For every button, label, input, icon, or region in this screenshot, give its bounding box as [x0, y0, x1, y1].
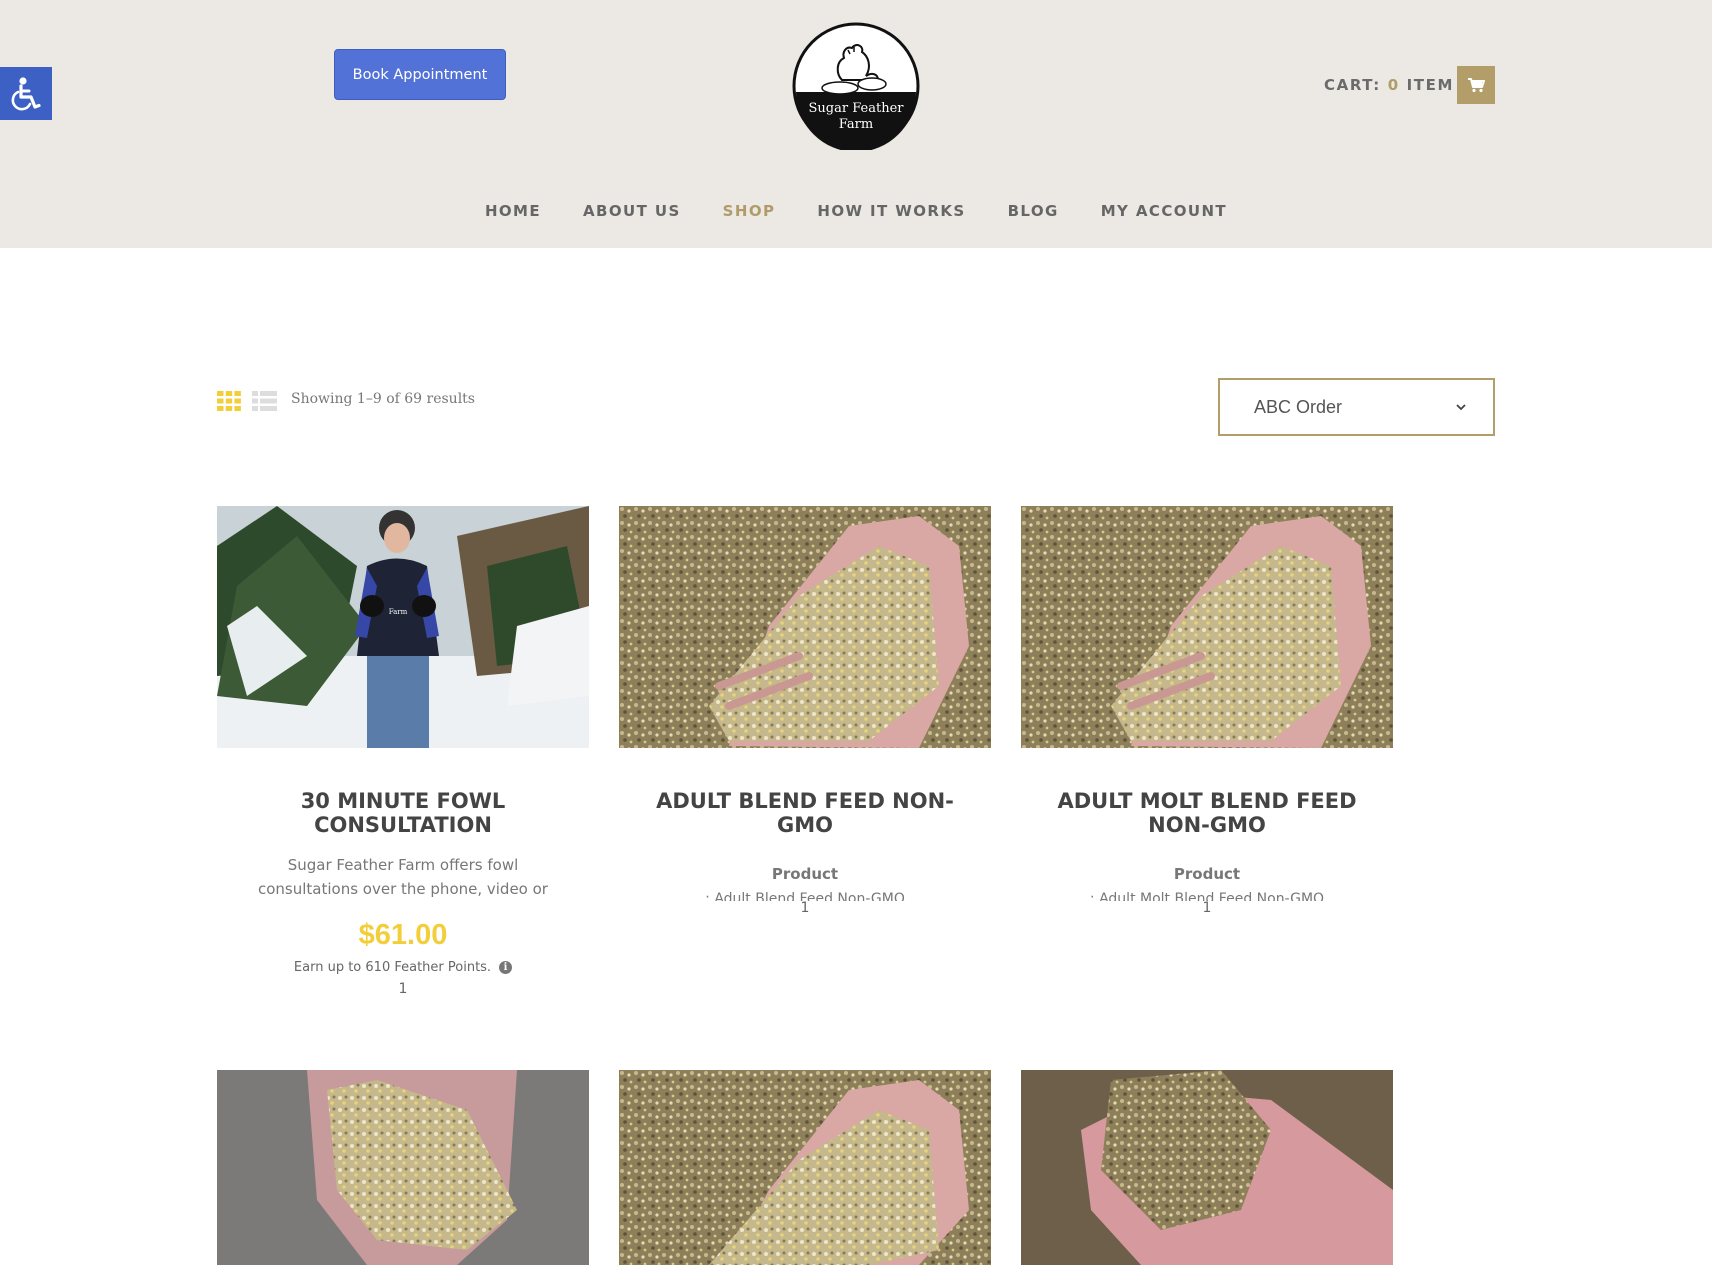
- product-title[interactable]: ADULT BLEND FEED NON-GMO: [619, 789, 991, 837]
- product-qty: 1: [800, 900, 810, 916]
- product-qty: 1: [398, 981, 408, 997]
- product-label: Product: [771, 865, 839, 883]
- main-nav: HOME ABOUT US SHOP HOW IT WORKS BLOG MY …: [0, 202, 1712, 226]
- accessibility-icon: [11, 76, 41, 110]
- product-label: Product: [1173, 865, 1241, 883]
- logo-text-line2: Farm: [839, 117, 873, 132]
- nav-about-us[interactable]: ABOUT US: [583, 202, 681, 226]
- sort-select[interactable]: ABC Order: [1218, 378, 1495, 436]
- product-description: Sugar Feather Farm offers fowl consultat…: [258, 856, 548, 898]
- product-card: [1021, 1070, 1393, 1265]
- product-card: ADULT MOLT BLEND FEED NON-GMO Product : …: [1021, 506, 1393, 916]
- info-icon[interactable]: i: [499, 961, 513, 974]
- site-header: Book Appointment Sugar Feather Farm CART…: [0, 0, 1712, 248]
- product-title[interactable]: ADULT MOLT BLEND FEED NON-GMO: [1021, 789, 1393, 837]
- accessibility-button[interactable]: [0, 67, 52, 120]
- cart-button[interactable]: [1457, 66, 1495, 104]
- product-image[interactable]: [1021, 1070, 1393, 1265]
- product-image[interactable]: [217, 1070, 589, 1265]
- grid-view-icon: [217, 391, 241, 411]
- product-card: Farm 30 MINUTE FOWL CONSULTATION Sugar F…: [217, 506, 589, 997]
- chevron-down-icon: [1456, 404, 1466, 411]
- product-image[interactable]: [1021, 506, 1393, 748]
- svg-text:Farm: Farm: [389, 608, 408, 616]
- grid-view-button[interactable]: [217, 391, 241, 411]
- product-card: [217, 1070, 589, 1265]
- cart-icon: [1468, 78, 1485, 93]
- cart-suffix: ITEM: [1399, 76, 1454, 94]
- product-price: $61.00: [358, 919, 448, 951]
- book-appointment-button[interactable]: Book Appointment: [334, 49, 506, 100]
- product-card: [619, 1070, 991, 1265]
- list-view-button[interactable]: [252, 391, 277, 411]
- product-image[interactable]: [619, 506, 991, 748]
- product-image[interactable]: [619, 1070, 991, 1265]
- nav-shop[interactable]: SHOP: [723, 202, 776, 226]
- nav-how-it-works[interactable]: HOW IT WORKS: [817, 202, 965, 226]
- results-count: Showing 1–9 of 69 results: [291, 391, 475, 407]
- nav-home[interactable]: HOME: [485, 202, 541, 226]
- list-view-icon: [252, 391, 277, 411]
- product-card: ADULT BLEND FEED NON-GMO Product : Adult…: [619, 506, 991, 916]
- cart-prefix: CART:: [1324, 76, 1388, 94]
- cart-count: 0: [1387, 76, 1400, 94]
- nav-my-account[interactable]: MY ACCOUNT: [1101, 202, 1227, 226]
- product-qty: 1: [1202, 900, 1212, 916]
- points-text: Earn up to 610 Feather Points.: [293, 960, 492, 975]
- nav-blog[interactable]: BLOG: [1008, 202, 1059, 226]
- product-title[interactable]: 30 MINUTE FOWL CONSULTATION: [217, 789, 589, 837]
- logo-text-line1: Sugar Feather: [809, 101, 905, 116]
- sort-value: ABC Order: [1254, 396, 1343, 417]
- site-logo[interactable]: Sugar Feather Farm: [792, 22, 920, 152]
- feather-points: Earn up to 610 Feather Points. i: [217, 960, 589, 975]
- cart-summary[interactable]: CART: 0 ITEM: [1324, 76, 1454, 94]
- product-image[interactable]: Farm: [217, 506, 589, 748]
